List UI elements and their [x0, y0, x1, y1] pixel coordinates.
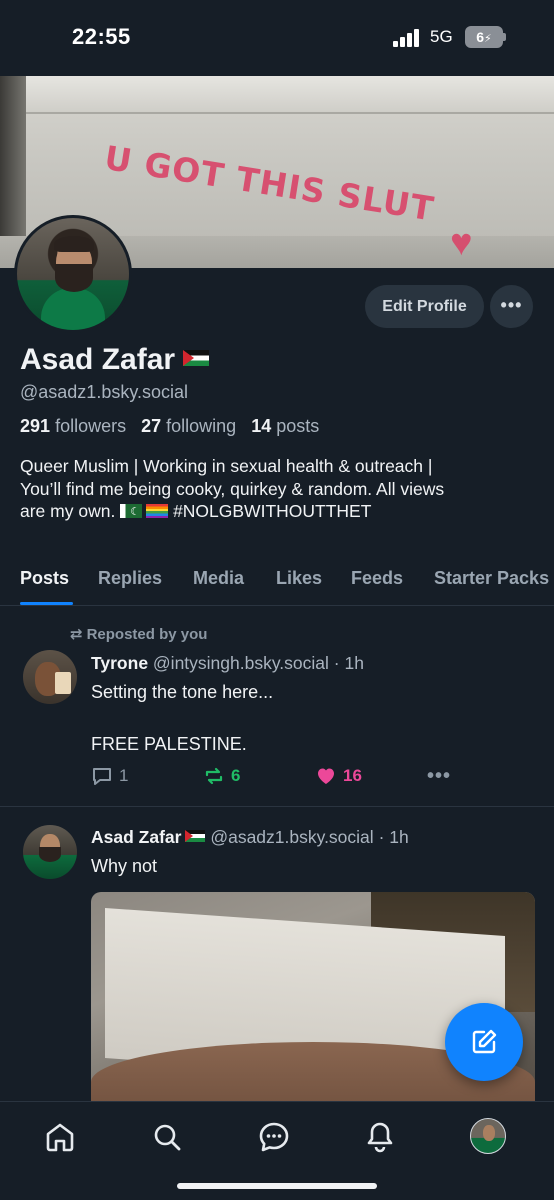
followers-link[interactable]: 291 followers: [20, 416, 126, 436]
banner-ledge: [20, 76, 554, 114]
repost-button[interactable]: 6: [203, 765, 240, 787]
nav-home[interactable]: [43, 1120, 77, 1154]
pakistan-flag-icon: [120, 501, 143, 524]
profile-avatar[interactable]: [14, 215, 132, 333]
heart-icon: ♥: [450, 222, 473, 264]
tab-starter-packs[interactable]: Starter Packs: [434, 568, 549, 589]
chat-icon: [259, 1122, 289, 1152]
bio-hashtag[interactable]: #NOLGBWITHOUTTHET: [173, 501, 371, 521]
avatar-face: [483, 1125, 495, 1141]
signal-icon: [393, 29, 423, 47]
nav-profile-avatar[interactable]: [470, 1118, 506, 1154]
display-name-text: Asad Zafar: [20, 343, 176, 376]
home-icon: [46, 1123, 74, 1152]
active-tab-indicator: [20, 602, 73, 605]
like-count: 16: [343, 766, 362, 785]
post-author-handle[interactable]: @intysingh.bsky.social: [153, 653, 329, 673]
following-label: following: [166, 416, 237, 436]
repost-icon: [205, 767, 223, 785]
post-author-handle[interactable]: @asadz1.bsky.social: [210, 827, 373, 847]
display-name: Asad Zafar: [20, 343, 210, 377]
status-bar: 22:55 5G 6⚡: [0, 0, 554, 76]
compose-icon: [472, 1029, 497, 1054]
battery-level: 6: [476, 29, 485, 45]
posts-count: 14: [251, 416, 272, 436]
repost-indicator: ⇄ Reposted by you: [70, 625, 207, 643]
posts-label: posts: [276, 416, 320, 436]
post-text: Why not: [91, 856, 158, 876]
post-image[interactable]: [91, 892, 535, 1112]
followers-label: followers: [55, 416, 127, 436]
post-author-name[interactable]: Asad Zafar: [91, 827, 181, 847]
tab-replies[interactable]: Replies: [98, 568, 162, 589]
repost-label: Reposted by you: [86, 626, 208, 643]
profile-more-button[interactable]: •••: [490, 285, 533, 328]
bio-line: are my own. #NOLGBWITHOUTTHET: [20, 500, 540, 524]
compose-button[interactable]: [445, 1003, 523, 1081]
nav-notifications[interactable]: [363, 1120, 397, 1154]
post-header: Asad Zafar @asadz1.bsky.social · 1h: [91, 827, 409, 848]
post-author-name[interactable]: Tyrone: [91, 653, 148, 673]
post-time: · 1h: [333, 653, 364, 673]
avatar-shirt: [41, 288, 105, 330]
post-more-button[interactable]: •••: [427, 765, 451, 788]
battery-nub: [503, 33, 506, 41]
post-author-avatar[interactable]: [23, 825, 77, 879]
following-link[interactable]: 27 following: [141, 416, 236, 436]
heart-icon: [318, 768, 334, 784]
tab-media[interactable]: Media: [193, 568, 244, 589]
like-button[interactable]: 16: [315, 765, 362, 787]
bell-icon: [367, 1122, 393, 1153]
network-label: 5G: [430, 27, 453, 46]
bio-line: You’ll find me being cooky, quirkey & ra…: [20, 478, 445, 499]
post-time: · 1h: [378, 827, 409, 847]
search-icon: [154, 1124, 181, 1151]
status-time: 22:55: [72, 24, 131, 49]
reply-button[interactable]: 1: [91, 765, 128, 787]
following-count: 27: [141, 416, 162, 436]
post-text: Setting the tone here...: [91, 682, 274, 702]
followers-count: 291: [20, 416, 51, 436]
profile-stats: 291 followers 27 following 14 posts: [20, 416, 319, 437]
bio-line: Queer Muslim | Working in sexual health …: [20, 456, 433, 476]
battery-icon: 6⚡: [465, 26, 503, 48]
tab-posts[interactable]: Posts: [20, 568, 69, 589]
avatar-beard: [39, 847, 61, 862]
post-header: Tyrone @intysingh.bsky.social · 1h: [91, 653, 364, 674]
repost-count: 6: [231, 766, 241, 785]
profile-tabs: Posts Replies Media Likes Feeds Starter …: [0, 560, 554, 606]
repost-icon: ⇄: [70, 626, 83, 643]
tab-likes[interactable]: Likes: [276, 568, 322, 589]
post-divider: [0, 806, 554, 807]
avatar-cup: [55, 672, 71, 694]
avatar-hair: [54, 236, 94, 252]
palestine-flag-icon: [185, 830, 206, 842]
profile-bio: Queer Muslim | Working in sexual health …: [20, 455, 540, 524]
bio-text: are my own.: [20, 501, 116, 521]
nav-chat[interactable]: [257, 1120, 291, 1154]
reply-count: 1: [119, 766, 129, 785]
avatar-beard: [55, 264, 93, 292]
edit-profile-button[interactable]: Edit Profile: [365, 285, 484, 328]
tab-feeds[interactable]: Feeds: [351, 568, 403, 589]
palestine-flag-icon: [183, 350, 210, 366]
reply-icon: [93, 768, 111, 785]
post-text: FREE PALESTINE.: [91, 734, 247, 754]
home-indicator: [177, 1183, 377, 1189]
post-actions: 1 6 16 •••: [91, 765, 461, 791]
nav-search[interactable]: [150, 1120, 184, 1154]
post-author-avatar[interactable]: [23, 650, 77, 704]
profile-handle: @asadz1.bsky.social: [20, 382, 189, 402]
rainbow-flag-icon: [146, 504, 169, 518]
